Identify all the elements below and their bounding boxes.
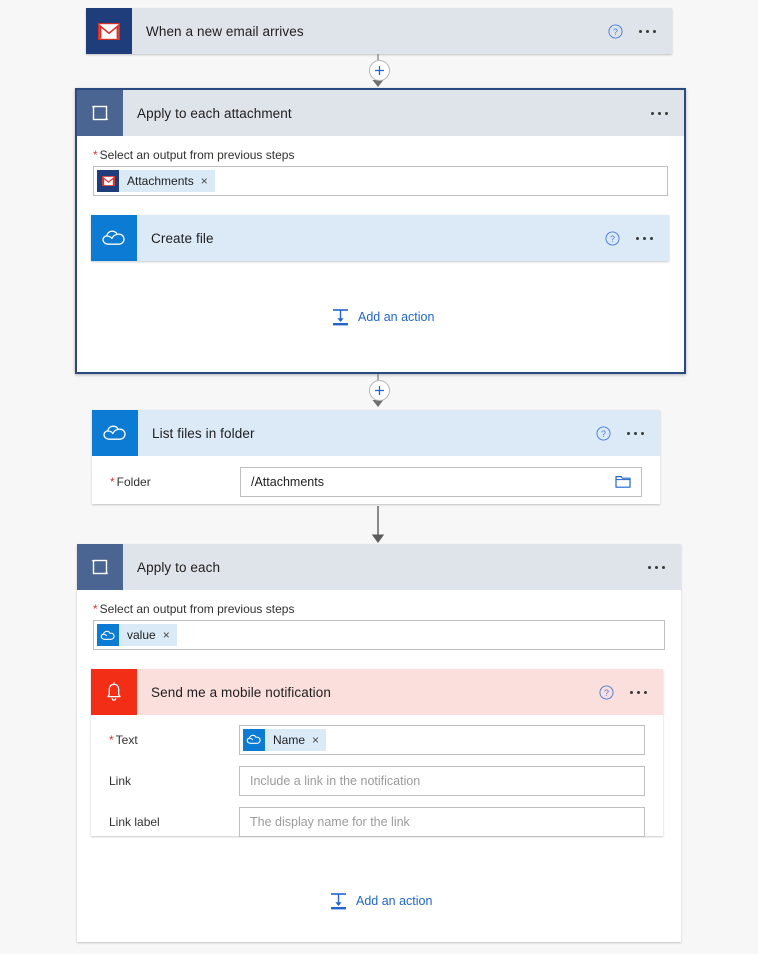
card-header[interactable]: Create file ? [91, 215, 669, 261]
folder-picker-icon[interactable] [615, 475, 631, 489]
card-header-actions: ? [596, 425, 660, 441]
add-action-label: Add an action [358, 310, 435, 324]
remove-token-icon[interactable]: × [312, 733, 326, 747]
add-step-button[interactable] [368, 380, 390, 401]
loop-icon [77, 544, 123, 590]
add-step-button[interactable] [368, 60, 390, 81]
field-label: Link [109, 773, 132, 788]
remove-token-icon[interactable]: × [163, 628, 177, 642]
text-input[interactable]: Name × [239, 724, 645, 755]
help-icon[interactable]: ? [599, 684, 614, 700]
plus-icon [374, 386, 384, 395]
onedrive-icon [91, 215, 137, 261]
onedrive-icon [243, 728, 265, 751]
card-send-mobile-notification[interactable]: Send me a mobile notification ? * Text N… [91, 669, 663, 837]
scope-body: * Select an output from previous steps At… [77, 136, 684, 196]
ellipsis-icon[interactable] [630, 690, 647, 694]
add-action-button-outer[interactable]: Add an action [330, 892, 432, 910]
scope-title: Apply to each attachment [137, 105, 292, 121]
card-create-file[interactable]: Create file ? [91, 215, 669, 261]
field-link: Link Include a link in the notification [109, 762, 645, 799]
card-header-actions: ? [605, 230, 669, 246]
plus-icon [374, 66, 384, 75]
output-field-label: * Select an output from previous steps [93, 602, 295, 616]
flow-designer-canvas: When a new email arrives ? Apply to each… [0, 0, 758, 954]
ellipsis-icon[interactable] [636, 236, 653, 240]
card-header[interactable]: Send me a mobile notification ? [91, 669, 663, 715]
svg-text:?: ? [604, 687, 609, 697]
field-label: * Text [109, 732, 138, 747]
required-asterisk: * [109, 732, 114, 747]
token-label: Attachments [127, 174, 194, 188]
add-action-icon [333, 309, 348, 326]
loop-icon [77, 90, 123, 136]
svg-text:?: ? [613, 26, 618, 36]
gmail-icon [97, 170, 119, 192]
token-chip[interactable]: value × [97, 624, 177, 646]
card-header[interactable]: List files in folder ? [92, 410, 660, 456]
scope-header[interactable]: Apply to each attachment [77, 90, 684, 136]
help-icon[interactable]: ? [608, 23, 623, 39]
remove-token-icon[interactable]: × [201, 174, 215, 188]
card-header-actions: ? [608, 23, 672, 39]
token-label: Name [273, 732, 306, 747]
scope-header-actions [648, 565, 681, 569]
bell-icon [91, 669, 137, 715]
help-icon[interactable]: ? [605, 230, 620, 246]
card-title: Send me a mobile notification [151, 684, 332, 700]
card-header-actions: ? [599, 684, 663, 700]
add-action-button-inner[interactable]: Add an action [332, 308, 434, 326]
card-body: * Folder /Attachments [92, 463, 660, 500]
card-body: * Text Name × Link Include a link in the… [91, 721, 663, 840]
output-token-input[interactable]: Attachments × [93, 166, 668, 196]
required-asterisk: * [93, 148, 98, 162]
card-title: Create file [151, 230, 214, 246]
onedrive-icon [97, 624, 119, 646]
connector-loop-to-listfiles [368, 374, 390, 408]
field-label: Link label [109, 814, 160, 829]
link-label-input-placeholder: The display name for the link [250, 814, 410, 829]
ellipsis-icon[interactable] [651, 111, 668, 115]
help-icon[interactable]: ? [596, 425, 611, 441]
connector-trigger-to-loop [368, 54, 390, 88]
card-title: When a new email arrives [146, 23, 304, 39]
card-trigger[interactable]: When a new email arrives ? [86, 8, 672, 54]
link-label-input[interactable]: The display name for the link [239, 806, 645, 837]
ellipsis-icon[interactable] [627, 431, 644, 435]
card-title: List files in folder [152, 425, 255, 441]
svg-text:?: ? [610, 233, 615, 243]
field-link-label: Link label The display name for the link [109, 803, 645, 840]
field-text: * Text Name × [109, 721, 645, 758]
token-chip[interactable]: Name × [243, 728, 327, 751]
svg-text:?: ? [601, 428, 606, 438]
add-action-icon [331, 893, 346, 910]
field-label: * Folder [110, 474, 151, 489]
output-field-label: * Select an output from previous steps [93, 148, 295, 162]
onedrive-icon [92, 410, 138, 456]
required-asterisk: * [93, 602, 98, 616]
link-input[interactable]: Include a link in the notification [239, 765, 645, 796]
gmail-icon [86, 8, 132, 54]
scope-header-actions [651, 111, 684, 115]
field-folder: * Folder /Attachments [110, 463, 642, 500]
scope-title: Apply to each [137, 559, 221, 575]
card-list-files-in-folder[interactable]: List files in folder ? * Folder /Attachme… [92, 410, 660, 504]
card-header[interactable]: When a new email arrives ? [86, 8, 672, 54]
token-chip[interactable]: Attachments × [97, 170, 215, 192]
folder-input-value: /Attachments [251, 474, 324, 489]
scope-apply-to-each-attachment[interactable]: Apply to each attachment * Select an outp… [75, 88, 686, 374]
output-token-input[interactable]: value × [93, 620, 665, 650]
link-input-placeholder: Include a link in the notification [250, 773, 421, 788]
folder-input[interactable]: /Attachments [240, 466, 642, 497]
ellipsis-icon[interactable] [648, 565, 665, 569]
ellipsis-icon[interactable] [639, 29, 656, 33]
token-label: value [127, 628, 156, 642]
scope-header[interactable]: Apply to each [77, 544, 681, 590]
scope-body: * Select an output from previous steps va… [77, 590, 681, 650]
connector-listfiles-to-applytoeach [368, 506, 388, 544]
scope-apply-to-each[interactable]: Apply to each * Select an output from pre… [77, 544, 681, 942]
add-action-label: Add an action [356, 894, 433, 908]
required-asterisk: * [110, 474, 115, 489]
